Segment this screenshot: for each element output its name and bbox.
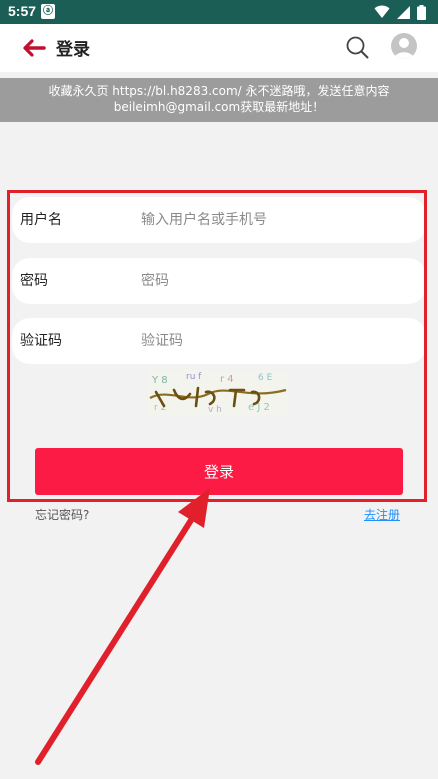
app-bar: 登录 — [0, 24, 438, 72]
wifi-icon — [374, 5, 390, 18]
search-icon[interactable] — [345, 35, 369, 59]
notice-banner: 收藏永久页 https://bl.h8283.com/ 永不迷路哦，发送任意内容… — [0, 78, 438, 122]
register-link[interactable]: 去注册 — [364, 506, 400, 523]
captcha-row: 验证码 — [12, 318, 426, 364]
app-notification-icon: ⓐ — [41, 4, 55, 19]
svg-text:Y 8: Y 8 — [151, 375, 168, 386]
password-row: 密码 — [12, 258, 426, 304]
captcha-input[interactable] — [141, 330, 401, 352]
username-input[interactable] — [141, 209, 401, 231]
svg-text:e J 2: e J 2 — [248, 402, 270, 413]
username-label: 用户名 — [20, 212, 62, 228]
username-row: 用户名 — [12, 197, 426, 243]
signal-icon — [397, 5, 410, 19]
captcha-image[interactable]: Y 8 ru f r 4 6 E r 2 v h e J 2 — [148, 370, 288, 415]
svg-text:r 4: r 4 — [220, 374, 234, 385]
password-input[interactable] — [141, 270, 401, 292]
user-avatar-icon[interactable] — [391, 33, 417, 59]
password-label: 密码 — [20, 273, 48, 289]
battery-icon — [417, 4, 426, 20]
svg-text:6 E: 6 E — [258, 373, 273, 383]
captcha-label: 验证码 — [20, 333, 62, 349]
notice-line-1: 收藏永久页 https://bl.h8283.com/ 永不迷路哦，发送任意内容 — [48, 84, 390, 98]
login-button[interactable]: 登录 — [35, 448, 403, 495]
page-title: 登录 — [56, 40, 90, 60]
back-arrow-icon[interactable] — [22, 38, 46, 58]
svg-text:ru f: ru f — [186, 372, 202, 382]
notice-line-2: beileimh@gmail.com获取最新地址！ — [113, 100, 325, 114]
status-time: 5:57 — [8, 3, 37, 19]
status-icons — [374, 4, 426, 20]
forgot-password-link[interactable]: 忘记密码? — [35, 506, 89, 523]
status-bar: 5:57 ⓐ — [0, 0, 438, 24]
svg-text:v h: v h — [208, 405, 222, 415]
